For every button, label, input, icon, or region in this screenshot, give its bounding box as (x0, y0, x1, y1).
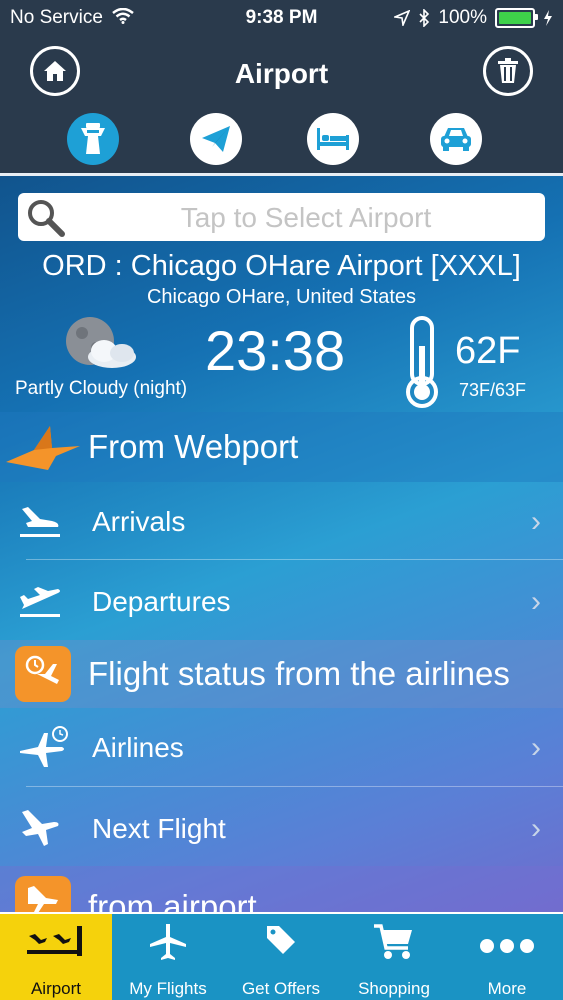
list-item-next-flight[interactable]: Next Flight › (0, 789, 563, 868)
thermometer-icon (405, 316, 439, 413)
partly-cloudy-night-icon (60, 315, 142, 378)
airline-plane-clock-icon (20, 725, 68, 767)
webport-bird-logo-icon (6, 426, 80, 470)
section-header-from-airport: from airport (0, 866, 563, 912)
section-title-from-airport: from airport (88, 888, 257, 912)
tab-label: Airport (30, 979, 82, 998)
airport-title: ORD : Chicago OHare Airport [XXXL] (42, 250, 521, 282)
tab-label: Shopping (358, 979, 430, 998)
tab-flights[interactable] (190, 113, 242, 165)
divider (26, 559, 563, 560)
bluetooth-icon (419, 9, 430, 27)
screen: No Service 9:38 PM 100% Airport Tap to S… (0, 0, 563, 1000)
airport-search-input[interactable] (74, 193, 538, 243)
weather-condition: Partly Cloudy (night) (15, 378, 188, 399)
airport-location: Chicago OHare, United States (146, 286, 417, 308)
tab-label: My Flights (129, 979, 207, 998)
nav-divider (0, 173, 563, 176)
next-flight-label: Next Flight (92, 812, 226, 844)
more-dots-icon (480, 939, 534, 953)
bottom-tab-bar: Airport My Flights Get Offers Shopping M… (0, 912, 563, 1000)
chevron-right-icon: › (531, 504, 541, 538)
nav-header: Airport (0, 36, 563, 176)
airport-runway-icon (27, 926, 82, 956)
high-low-temperature: 73F/63F (459, 380, 527, 400)
divider (26, 786, 563, 787)
tab-my-flights[interactable]: My Flights (112, 914, 224, 1000)
tag-icon (267, 926, 295, 954)
tab-airport-tower[interactable] (67, 113, 119, 165)
tab-airport[interactable]: Airport (0, 914, 112, 1000)
local-time: 23:38 (205, 319, 346, 382)
tab-hotels[interactable] (307, 113, 359, 165)
from-airport-icon (15, 876, 71, 912)
delete-button[interactable] (483, 46, 533, 96)
search-icon (28, 200, 65, 237)
plane-departure-icon (20, 586, 60, 617)
chevron-right-icon: › (531, 584, 541, 618)
status-right: 100% (394, 7, 553, 29)
list-item-arrivals[interactable]: Arrivals › (0, 482, 563, 561)
paper-plane-icon (202, 126, 230, 152)
airport-search-field[interactable] (18, 193, 545, 243)
list-item-departures[interactable]: Departures › (0, 562, 563, 641)
plane-arrival-icon (20, 506, 60, 537)
airlines-label: Airlines (92, 731, 184, 763)
chevron-right-icon: › (531, 730, 541, 764)
location-arrow-icon (394, 10, 411, 26)
battery-icon (495, 8, 538, 28)
car-icon (441, 128, 471, 151)
bed-icon (317, 128, 349, 150)
section-header-flight-status: Flight status from the airlines (0, 640, 563, 708)
battery-percent: 100% (438, 7, 487, 28)
airplane-icon (150, 924, 186, 960)
shopping-cart-icon (374, 924, 412, 959)
section-header-webport: From Webport (0, 412, 563, 482)
trash-icon (498, 58, 518, 83)
departures-label: Departures (92, 585, 231, 617)
airplane-icon (22, 809, 59, 846)
current-temperature: 62F (455, 330, 521, 372)
tab-more[interactable]: More (451, 914, 563, 1000)
nav-title: Airport (234, 58, 329, 89)
charging-bolt-icon (544, 10, 552, 26)
tab-car-rental[interactable] (430, 113, 482, 165)
list-item-airlines[interactable]: Airlines › (0, 708, 563, 787)
status-bar: No Service 9:38 PM 100% (0, 0, 563, 36)
tab-shopping[interactable]: Shopping (338, 914, 450, 1000)
chevron-right-icon: › (531, 811, 541, 845)
section-title-flight-status: Flight status from the airlines (88, 655, 510, 692)
tab-label: More (487, 979, 527, 998)
control-tower-icon (81, 123, 105, 154)
arrivals-label: Arrivals (92, 505, 186, 537)
tab-label: Get Offers (241, 979, 321, 998)
flight-status-icon (15, 646, 71, 702)
section-title-webport: From Webport (88, 428, 299, 465)
tab-get-offers[interactable]: Get Offers (225, 914, 337, 1000)
